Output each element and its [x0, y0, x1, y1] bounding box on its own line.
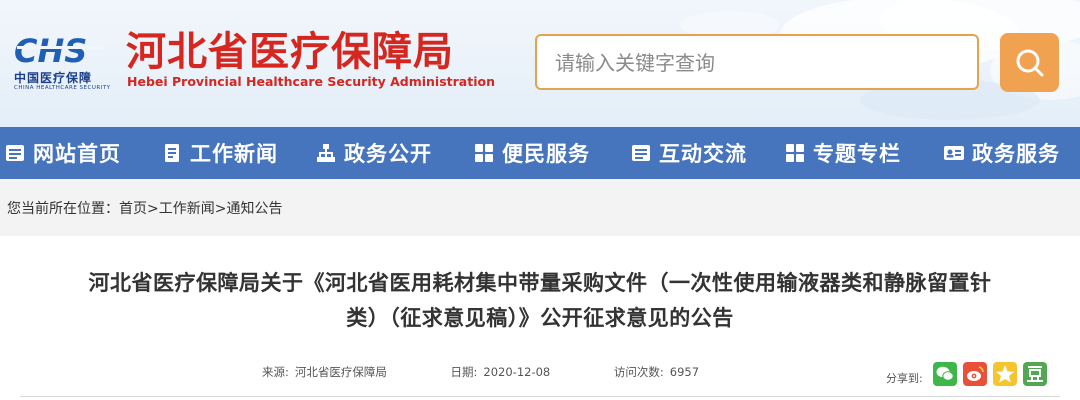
nav-label: 专题专栏: [813, 142, 901, 166]
search-button[interactable]: [1000, 33, 1059, 92]
share-weibo-button[interactable]: [963, 362, 987, 386]
share-label: 分享到:: [886, 372, 923, 385]
list-icon: [632, 145, 650, 161]
date-value: 2020-12-08: [483, 365, 551, 379]
weibo-icon: [967, 366, 984, 381]
share-douban-button[interactable]: [1023, 362, 1047, 386]
nav-item-work-news[interactable]: 工作新闻: [162, 127, 278, 179]
nav-item-interaction[interactable]: 互动交流: [631, 127, 747, 179]
logo-en-text: CHINA HEALTHCARE SECURITY: [14, 85, 111, 91]
site-header: CHS 中国医疗保障 CHINA HEALTHCARE SECURITY 河北省…: [0, 0, 1080, 127]
grid-icon: [786, 144, 804, 162]
nav-label: 互动交流: [659, 142, 747, 166]
chs-logo-icon: CHS: [14, 32, 103, 70]
wechat-icon: [936, 366, 954, 381]
nav-item-convenience-services[interactable]: 便民服务: [474, 127, 590, 179]
nav-label: 政务公开: [344, 142, 432, 166]
nav-item-government-affairs[interactable]: 政务公开: [316, 127, 432, 179]
search-field: [535, 34, 979, 90]
svg-text:CHS: CHS: [14, 32, 87, 70]
grid-icon: [475, 144, 493, 162]
site-title: 河北省医疗保障局: [126, 29, 454, 75]
article-title-line-1: 河北省医疗保障局关于《河北省医用耗材集中带量采购文件（一次性使用输液器类和静脉留…: [88, 271, 992, 295]
document-icon: [165, 144, 179, 162]
logo-cn-text: 中国医疗保障: [14, 71, 93, 85]
source-label: 来源:: [262, 365, 289, 379]
site-logo[interactable]: CHS 中国医疗保障 CHINA HEALTHCARE SECURITY 河北省…: [14, 28, 495, 98]
site-subtitle: Hebei Provincial Healthcare Security Adm…: [127, 74, 495, 89]
divider: [20, 396, 1060, 397]
nav-label: 便民服务: [502, 142, 590, 166]
share-qzone-button[interactable]: [993, 362, 1017, 386]
views-value: 6957: [669, 365, 700, 379]
source-value: 河北省医疗保障局: [294, 365, 387, 379]
article-title-line-2: 类）（征求意见稿）》公开征求意见的公告: [346, 306, 734, 330]
nav-item-home[interactable]: 网站首页: [5, 127, 121, 179]
qzone-icon: [996, 365, 1014, 383]
nav-label: 工作新闻: [190, 142, 278, 166]
douban-icon: [1027, 366, 1043, 382]
breadcrumb-prefix: 您当前所在位置：: [7, 201, 119, 217]
id-card-icon: [944, 146, 964, 160]
search-input[interactable]: [553, 48, 957, 78]
share-wechat-button[interactable]: [933, 362, 957, 386]
article-meta: 来源: 河北省医疗保障局 日期: 2020-12-08 访问次数: 6957: [262, 364, 759, 380]
sitemap-icon: [317, 144, 335, 162]
date-label: 日期:: [450, 365, 478, 379]
breadcrumb: 您当前所在位置：首页>工作新闻>通知公告: [7, 198, 282, 218]
search-icon: [1016, 49, 1044, 77]
article-title: 河北省医疗保障局关于《河北省医用耗材集中带量采购文件（一次性使用输液器类和静脉留…: [20, 266, 1060, 336]
nav-label: 政务服务: [972, 142, 1060, 166]
breadcrumb-path[interactable]: 首页>工作新闻>通知公告: [119, 201, 282, 217]
main-nav: 网站首页 工作新闻 政务公开 便民服务 互动交流 专题专栏 政务服务: [0, 127, 1080, 179]
breadcrumb-bar: 您当前所在位置：首页>工作新闻>通知公告: [0, 179, 1080, 236]
nav-item-special-topics[interactable]: 专题专栏: [785, 127, 901, 179]
views-label: 访问次数:: [613, 365, 664, 379]
list-icon: [6, 145, 24, 161]
nav-item-government-services[interactable]: 政务服务: [944, 127, 1060, 179]
nav-label: 网站首页: [33, 142, 121, 166]
